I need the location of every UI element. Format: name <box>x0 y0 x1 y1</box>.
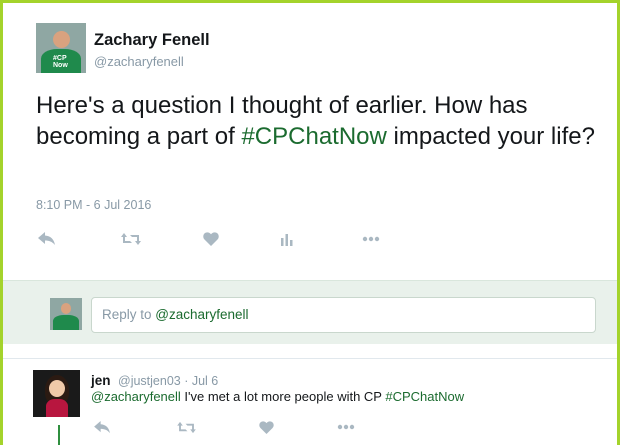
reply-icon[interactable] <box>91 417 113 437</box>
reply-mention: @zacharyfenell <box>155 307 249 322</box>
reply-author-meta[interactable]: @justjen03 · Jul 6 <box>118 374 218 388</box>
like-icon[interactable] <box>200 229 222 249</box>
avatar-shirt-logo: #CP Now <box>53 55 68 69</box>
reply-author-avatar[interactable] <box>33 370 80 417</box>
author-name[interactable]: Zachary Fenell <box>94 31 210 50</box>
reply-icon[interactable] <box>36 229 58 249</box>
reply-hashtag-link[interactable]: #CPChatNow <box>385 389 464 404</box>
tweet-text: Here's a question I thought of earlier. … <box>36 92 595 150</box>
reply-author-name[interactable]: jen <box>91 373 111 388</box>
retweet-icon[interactable] <box>175 417 197 437</box>
tweet-timestamp[interactable]: 8:10 PM - 6 Jul 2016 <box>36 198 151 212</box>
analytics-icon[interactable] <box>276 229 298 249</box>
divider <box>3 358 617 359</box>
reply-input[interactable]: Reply to @zacharyfenell <box>91 297 596 333</box>
more-icon[interactable] <box>335 417 357 437</box>
reply-mention-link[interactable]: @zacharyfenell <box>91 389 181 404</box>
author-avatar[interactable]: #CP Now <box>36 23 86 73</box>
hashtag-link[interactable]: #CPChatNow <box>241 123 386 150</box>
reply-compose-area: Reply to @zacharyfenell <box>3 280 617 344</box>
tweet-card: #CP Now Zachary Fenell @zacharyfenell Her… <box>3 3 617 445</box>
current-user-avatar <box>50 298 82 330</box>
author-handle[interactable]: @zacharyfenell <box>94 54 184 69</box>
thread-line <box>58 425 60 445</box>
retweet-icon[interactable] <box>120 229 142 249</box>
more-icon[interactable] <box>360 229 382 249</box>
like-icon[interactable] <box>255 417 277 437</box>
reply-text: @zacharyfenell I've met a lot more peopl… <box>91 389 465 404</box>
